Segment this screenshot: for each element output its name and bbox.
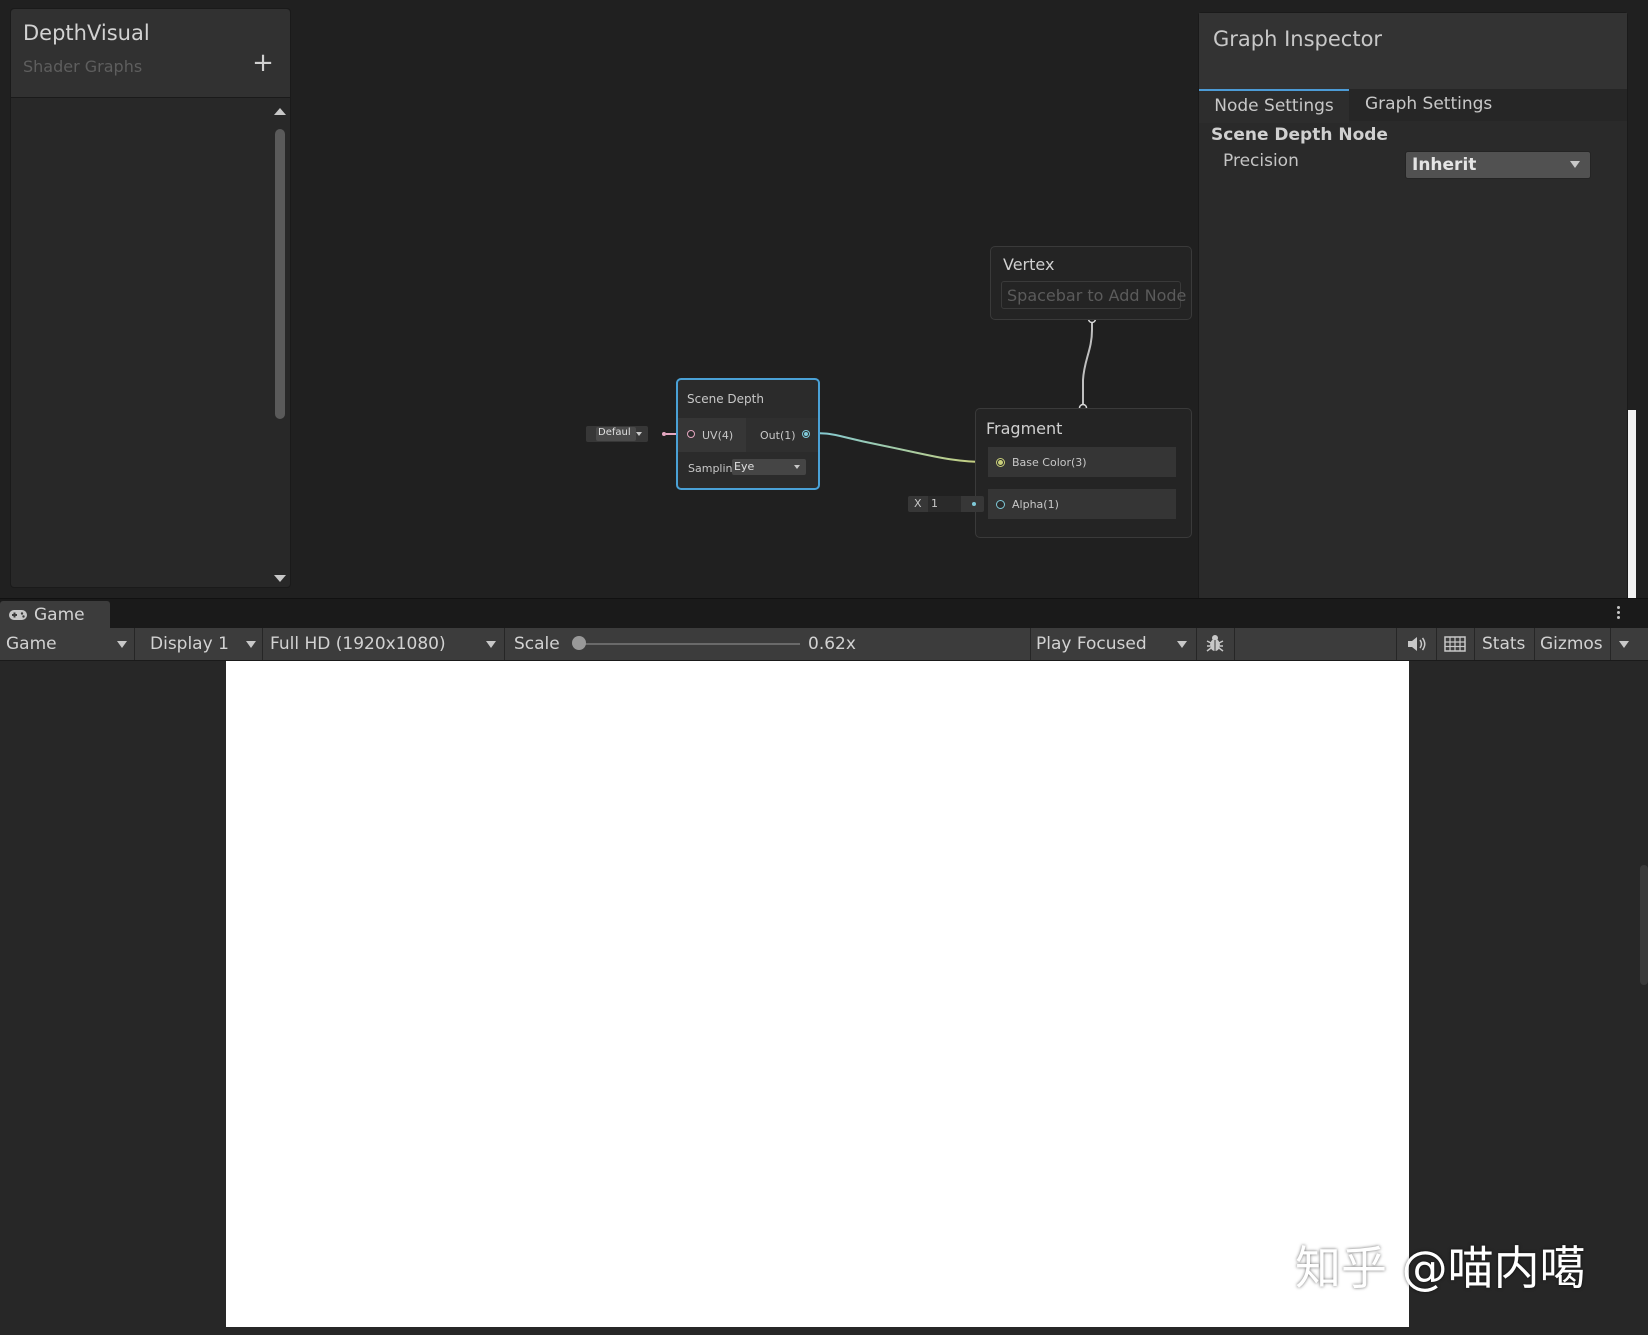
- fragment-title: Fragment: [986, 419, 1063, 438]
- scroll-down-arrow-icon[interactable]: [273, 571, 287, 585]
- node-ports: UV(4) Out(1): [678, 418, 818, 452]
- stats-button[interactable]: Stats: [1482, 628, 1525, 660]
- toolbar-divider: [1534, 628, 1535, 660]
- alpha-field-port-dot: [972, 502, 976, 506]
- shader-graph-canvas[interactable]: DepthVisual Shader Graphs + Defaul Scene…: [0, 0, 1648, 600]
- tab-graph-settings[interactable]: Graph Settings: [1355, 89, 1501, 121]
- toolbar-divider: [1234, 628, 1235, 660]
- game-render-viewport[interactable]: [226, 661, 1409, 1327]
- scene-depth-node[interactable]: Scene Depth UV(4) Out(1) Samplin Eye: [676, 378, 820, 490]
- chevron-down-icon: [636, 432, 642, 436]
- inspector-header: Graph Inspector: [1199, 13, 1627, 89]
- alpha-default-field: X 1: [908, 496, 984, 512]
- uv-input-port[interactable]: [687, 430, 695, 438]
- game-tab-bar: Game: [0, 598, 1648, 629]
- output-port-connected-dot: [804, 432, 808, 436]
- chevron-down-icon: [794, 465, 800, 469]
- tab-game[interactable]: Game: [0, 601, 110, 629]
- precision-value: Inherit: [1412, 155, 1477, 175]
- alpha-value-input[interactable]: 1: [928, 496, 961, 512]
- sampling-label: Samplin: [688, 462, 733, 475]
- wire-out-to-base-color: [805, 432, 989, 463]
- alpha-label: Alpha(1): [1012, 498, 1059, 511]
- inspector-section-title: Scene Depth Node: [1211, 125, 1388, 145]
- add-node-placeholder: Spacebar to Add Node: [1007, 286, 1187, 305]
- fragment-context-node[interactable]: Fragment Base Color(3) Alpha(1): [975, 408, 1192, 538]
- vertex-title: Vertex: [1003, 255, 1055, 274]
- tab-node-settings[interactable]: Node Settings: [1199, 89, 1349, 123]
- graph-inspector-panel: Graph Inspector Node Settings Graph Sett…: [1198, 12, 1628, 600]
- toolbar-divider: [1396, 628, 1397, 660]
- chevron-down-icon: [1570, 161, 1580, 168]
- grid-icon[interactable]: [1444, 636, 1466, 652]
- play-mode-dropdown[interactable]: Play Focused: [1036, 628, 1186, 660]
- bug-icon[interactable]: [1204, 634, 1226, 654]
- vertex-context-node[interactable]: Vertex Spacebar to Add Node: [990, 246, 1192, 320]
- sampling-dropdown[interactable]: Eye: [732, 459, 806, 475]
- window-edge-highlight: [1628, 410, 1636, 598]
- toolbar-divider: [134, 628, 135, 660]
- watermark-text: 知乎 @喵内噶: [1295, 1241, 1586, 1295]
- gamepad-icon: [9, 610, 27, 620]
- vertex-add-node-area[interactable]: Spacebar to Add Node: [1001, 281, 1186, 309]
- add-property-button[interactable]: +: [251, 50, 275, 76]
- play-mode-value: Play Focused: [1036, 634, 1147, 654]
- scrollbar-thumb[interactable]: [275, 129, 285, 419]
- uv-input-label: UV(4): [702, 429, 734, 442]
- kebab-menu-icon[interactable]: [1612, 604, 1624, 624]
- chevron-down-icon: [486, 641, 496, 648]
- display-dropdown[interactable]: Display 1: [150, 628, 250, 660]
- precision-dropdown[interactable]: Inherit: [1405, 151, 1591, 179]
- display-value: Display 1: [150, 634, 229, 654]
- base-color-label: Base Color(3): [1012, 456, 1087, 469]
- scale-value: 0.62x: [808, 634, 856, 654]
- uv-default-port-dot: [662, 432, 666, 436]
- toolbar-divider: [262, 628, 263, 660]
- blackboard-scrollbar[interactable]: [273, 105, 287, 583]
- precision-label: Precision: [1223, 151, 1299, 171]
- toolbar-divider: [1474, 628, 1475, 660]
- view-mode-value: Game: [6, 634, 57, 654]
- blackboard-title: DepthVisual: [23, 21, 150, 45]
- toolbar-divider: [1030, 628, 1031, 660]
- node-title: Scene Depth: [687, 392, 764, 406]
- right-scroll-handle[interactable]: [1640, 865, 1648, 985]
- gizmos-dropdown-chevron-icon[interactable]: [1619, 641, 1629, 648]
- scale-slider-track[interactable]: [580, 643, 800, 645]
- alpha-axis-label: X: [914, 497, 922, 510]
- blackboard-subtitle: Shader Graphs: [23, 57, 143, 76]
- sampling-value: Eye: [734, 460, 755, 473]
- uv-default-dropdown[interactable]: Defaul: [596, 427, 642, 441]
- scale-label: Scale: [514, 634, 560, 654]
- toolbar-divider: [1436, 628, 1437, 660]
- resolution-dropdown[interactable]: Full HD (1920x1080): [270, 628, 490, 660]
- view-mode-dropdown[interactable]: Game: [6, 628, 126, 660]
- gizmos-button[interactable]: Gizmos: [1540, 628, 1603, 660]
- chevron-down-icon: [246, 641, 256, 648]
- scroll-up-arrow-icon[interactable]: [273, 105, 287, 119]
- output-label: Out(1): [760, 429, 796, 442]
- toolbar-divider: [1196, 628, 1197, 660]
- game-toolbar: Game Display 1 Full HD (1920x1080) Scale…: [0, 628, 1648, 661]
- inspector-tabs: Node Settings Graph Settings: [1199, 89, 1627, 123]
- chevron-down-icon: [117, 641, 127, 648]
- speaker-icon[interactable]: [1406, 636, 1428, 652]
- base-color-block[interactable]: Base Color(3): [988, 447, 1176, 477]
- alpha-block[interactable]: Alpha(1): [988, 489, 1176, 519]
- inspector-title: Graph Inspector: [1213, 27, 1383, 51]
- resolution-value: Full HD (1920x1080): [270, 634, 446, 654]
- input-port-area: UV(4): [678, 418, 746, 452]
- toolbar-divider: [504, 628, 505, 660]
- alpha-port[interactable]: [996, 500, 1005, 509]
- chevron-down-icon: [1177, 641, 1187, 648]
- wire-vertex-to-fragment: [1082, 318, 1093, 408]
- blackboard-panel: DepthVisual Shader Graphs +: [10, 8, 291, 588]
- toolbar-divider: [1610, 628, 1611, 660]
- base-color-port-connected-dot: [998, 460, 1003, 465]
- scale-slider-thumb[interactable]: [572, 636, 586, 650]
- game-tab-label: Game: [34, 605, 85, 625]
- blackboard-header: DepthVisual Shader Graphs +: [11, 9, 290, 98]
- uv-default-value: Defaul: [598, 427, 631, 438]
- uv-default-input: Defaul: [586, 426, 648, 442]
